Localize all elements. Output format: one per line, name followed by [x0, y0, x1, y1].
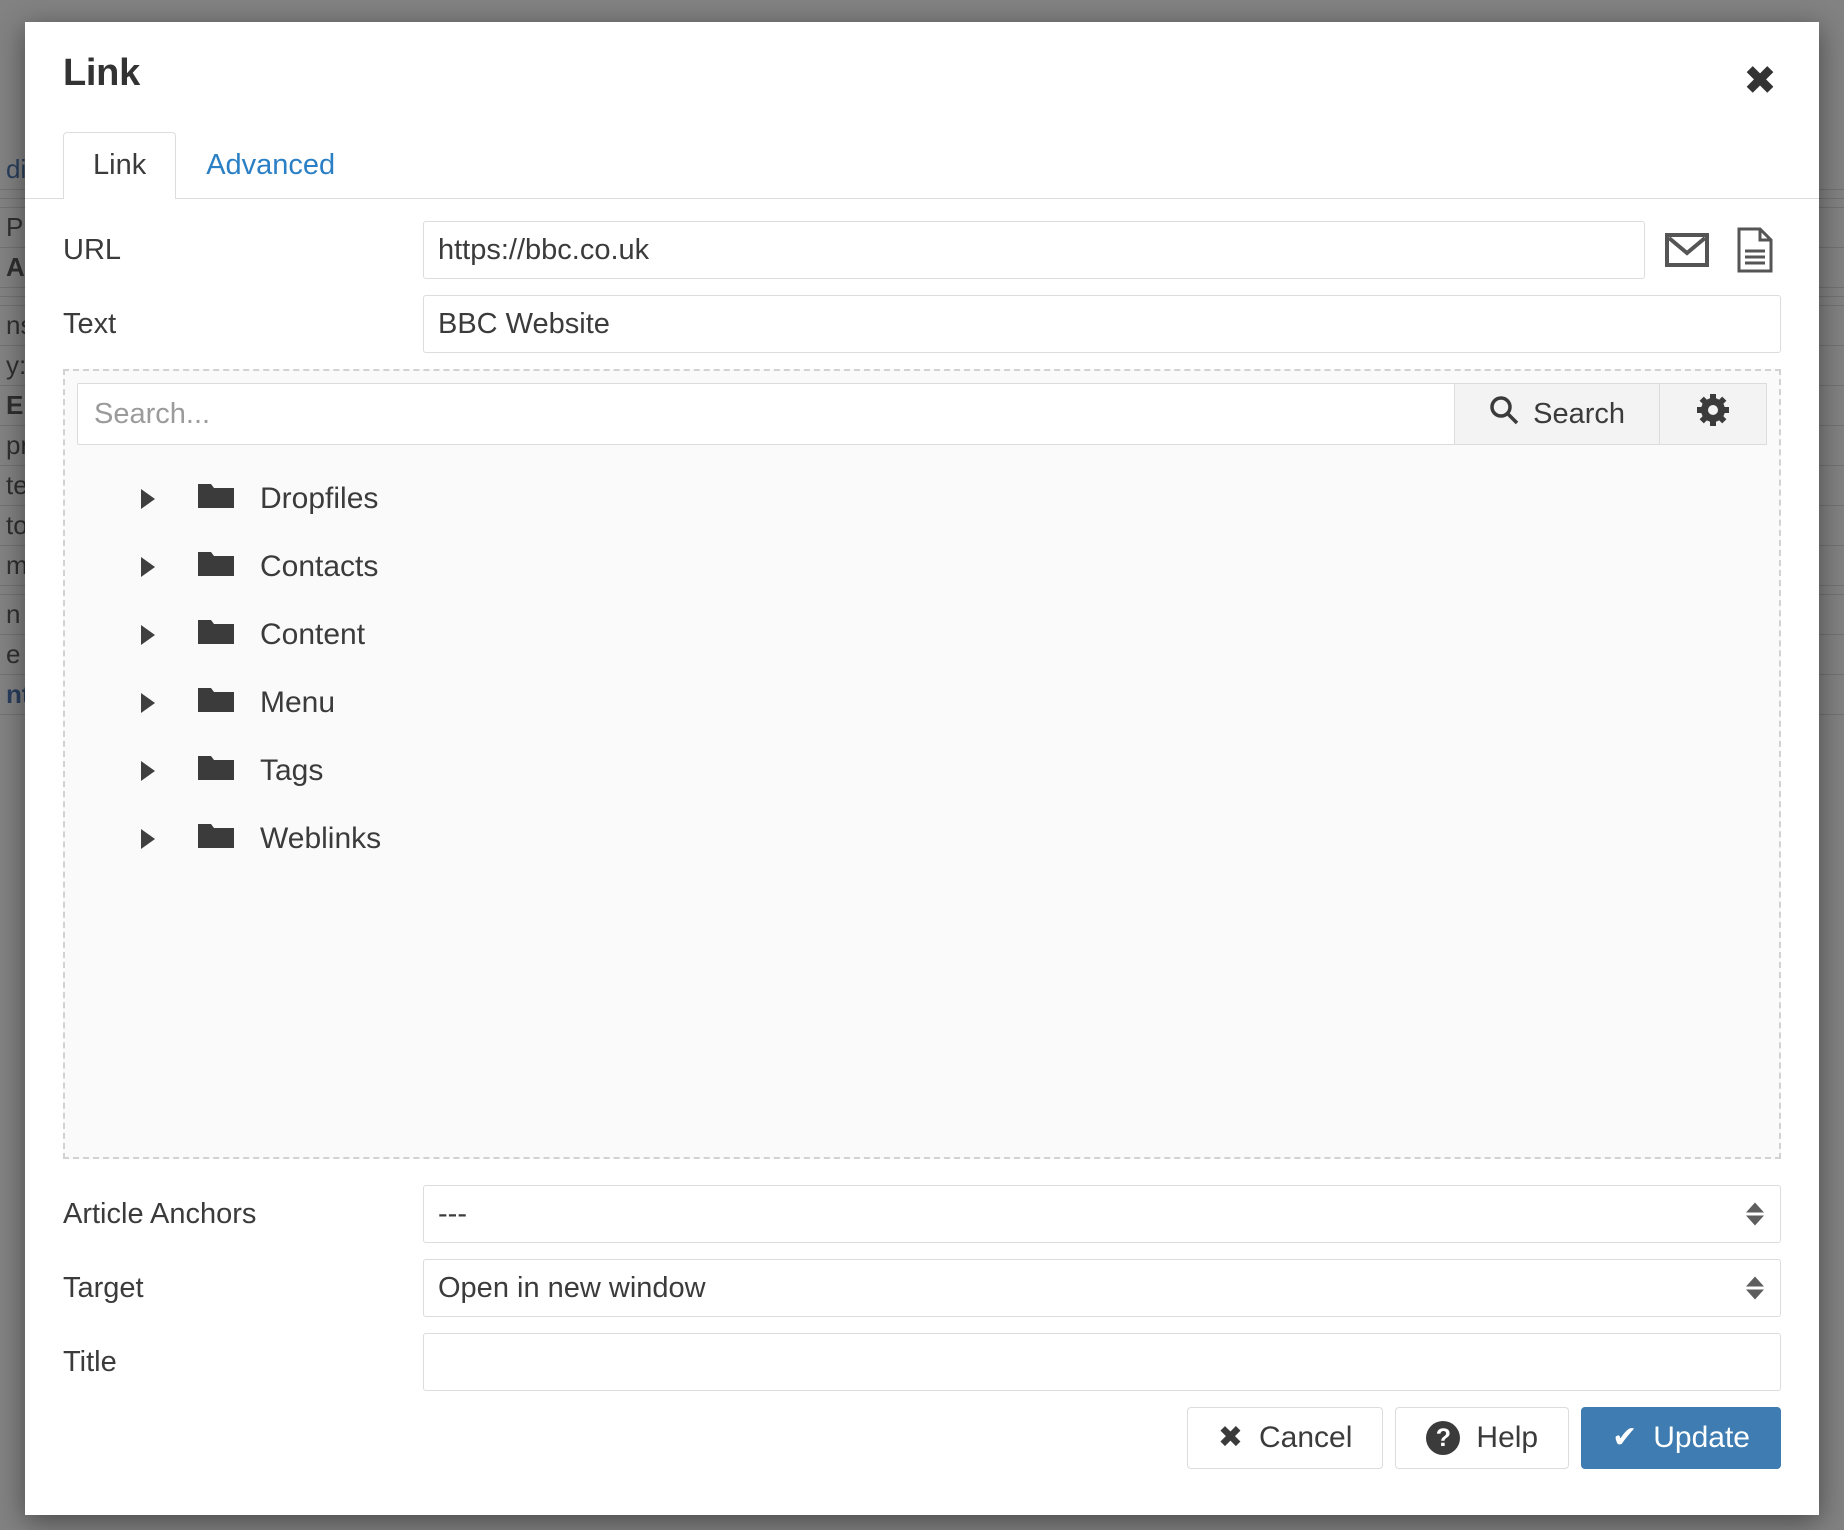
dialog-footer: ✖ Cancel ? Help ✔ Update: [25, 1391, 1819, 1515]
chevron-right-icon[interactable]: [141, 761, 155, 782]
text-label: Text: [63, 307, 117, 340]
target-label: Target: [63, 1271, 144, 1304]
dialog-header: Link ✖: [25, 22, 1819, 132]
magnifier-icon: [1489, 395, 1519, 433]
tree-item-content[interactable]: Content: [65, 601, 1779, 669]
cancel-button[interactable]: ✖ Cancel: [1186, 1407, 1384, 1469]
x-icon: ✖: [1217, 1420, 1244, 1455]
chevron-right-icon[interactable]: [141, 829, 155, 850]
document-icon[interactable]: [1729, 224, 1781, 276]
title-row: Title: [63, 1333, 1781, 1391]
chevron-right-icon[interactable]: [141, 489, 155, 510]
search-button[interactable]: Search: [1455, 383, 1660, 446]
chevron-right-icon[interactable]: [141, 693, 155, 714]
article-anchors-select[interactable]: ---: [423, 1185, 1781, 1244]
title-input[interactable]: [423, 1333, 1781, 1391]
text-row: Text: [63, 295, 1781, 354]
text-input[interactable]: [423, 295, 1781, 354]
folder-icon: [198, 821, 234, 857]
link-dialog: Link ✖ Link Advanced URL https://bbc.co.…: [25, 22, 1819, 1515]
tree-item-label: Contacts: [260, 550, 379, 584]
tree-item-weblinks[interactable]: Weblinks: [65, 805, 1779, 873]
page-title: Link: [63, 52, 140, 94]
tree-item-tags[interactable]: Tags: [65, 737, 1779, 805]
dialog-tabs: Link Advanced: [25, 132, 1819, 200]
folder-icon: [198, 753, 234, 789]
chevron-right-icon[interactable]: [141, 625, 155, 646]
folder-icon: [198, 617, 234, 653]
cancel-button-label: Cancel: [1259, 1421, 1353, 1454]
tree-item-label: Dropfiles: [260, 482, 379, 516]
article-anchors-row: Article Anchors ---: [63, 1185, 1781, 1244]
envelope-icon[interactable]: [1661, 224, 1713, 276]
tree-item-label: Content: [260, 618, 366, 652]
folder-tree: Dropfiles Contacts Content Menu Tags Web…: [65, 445, 1779, 1157]
update-button[interactable]: ✔ Update: [1581, 1407, 1781, 1469]
chevron-updown-icon: [1746, 1202, 1764, 1226]
close-icon[interactable]: ✖: [1739, 60, 1781, 102]
help-button[interactable]: ? Help: [1395, 1407, 1570, 1469]
browser-toolbar: Search: [77, 383, 1767, 446]
tree-item-dropfiles[interactable]: Dropfiles: [65, 465, 1779, 533]
article-anchors-label: Article Anchors: [63, 1197, 257, 1230]
tab-link[interactable]: Link: [63, 132, 177, 200]
chevron-right-icon[interactable]: [141, 557, 155, 578]
tree-item-label: Tags: [260, 754, 324, 788]
help-button-label: Help: [1476, 1421, 1539, 1454]
target-select[interactable]: Open in new window: [423, 1259, 1781, 1318]
target-value: Open in new window: [438, 1271, 706, 1304]
url-input[interactable]: [423, 221, 1645, 280]
update-button-label: Update: [1653, 1421, 1750, 1454]
tree-item-menu[interactable]: Menu: [65, 669, 1779, 737]
search-button-label: Search: [1533, 397, 1625, 430]
question-icon: ?: [1426, 1421, 1461, 1455]
tab-advanced[interactable]: Advanced: [176, 132, 365, 199]
gear-icon: [1696, 393, 1730, 435]
tree-item-label: Weblinks: [260, 822, 382, 856]
url-row: URL: [63, 221, 1781, 280]
tree-item-contacts[interactable]: Contacts: [65, 533, 1779, 601]
target-row: Target Open in new window: [63, 1259, 1781, 1318]
dialog-body: URL Text: [25, 199, 1819, 1391]
tree-item-label: Menu: [260, 686, 336, 720]
url-label: URL: [63, 233, 122, 266]
folder-icon: [198, 481, 234, 517]
search-input[interactable]: [77, 383, 1456, 446]
file-browser-panel: Search Dropfile: [63, 369, 1781, 1160]
folder-icon: [198, 685, 234, 721]
browser-settings-button[interactable]: [1660, 383, 1767, 446]
chevron-updown-icon: [1746, 1276, 1764, 1300]
check-icon: ✔: [1612, 1420, 1638, 1455]
article-anchors-value: ---: [438, 1197, 467, 1230]
folder-icon: [198, 549, 234, 585]
title-label: Title: [63, 1345, 117, 1378]
